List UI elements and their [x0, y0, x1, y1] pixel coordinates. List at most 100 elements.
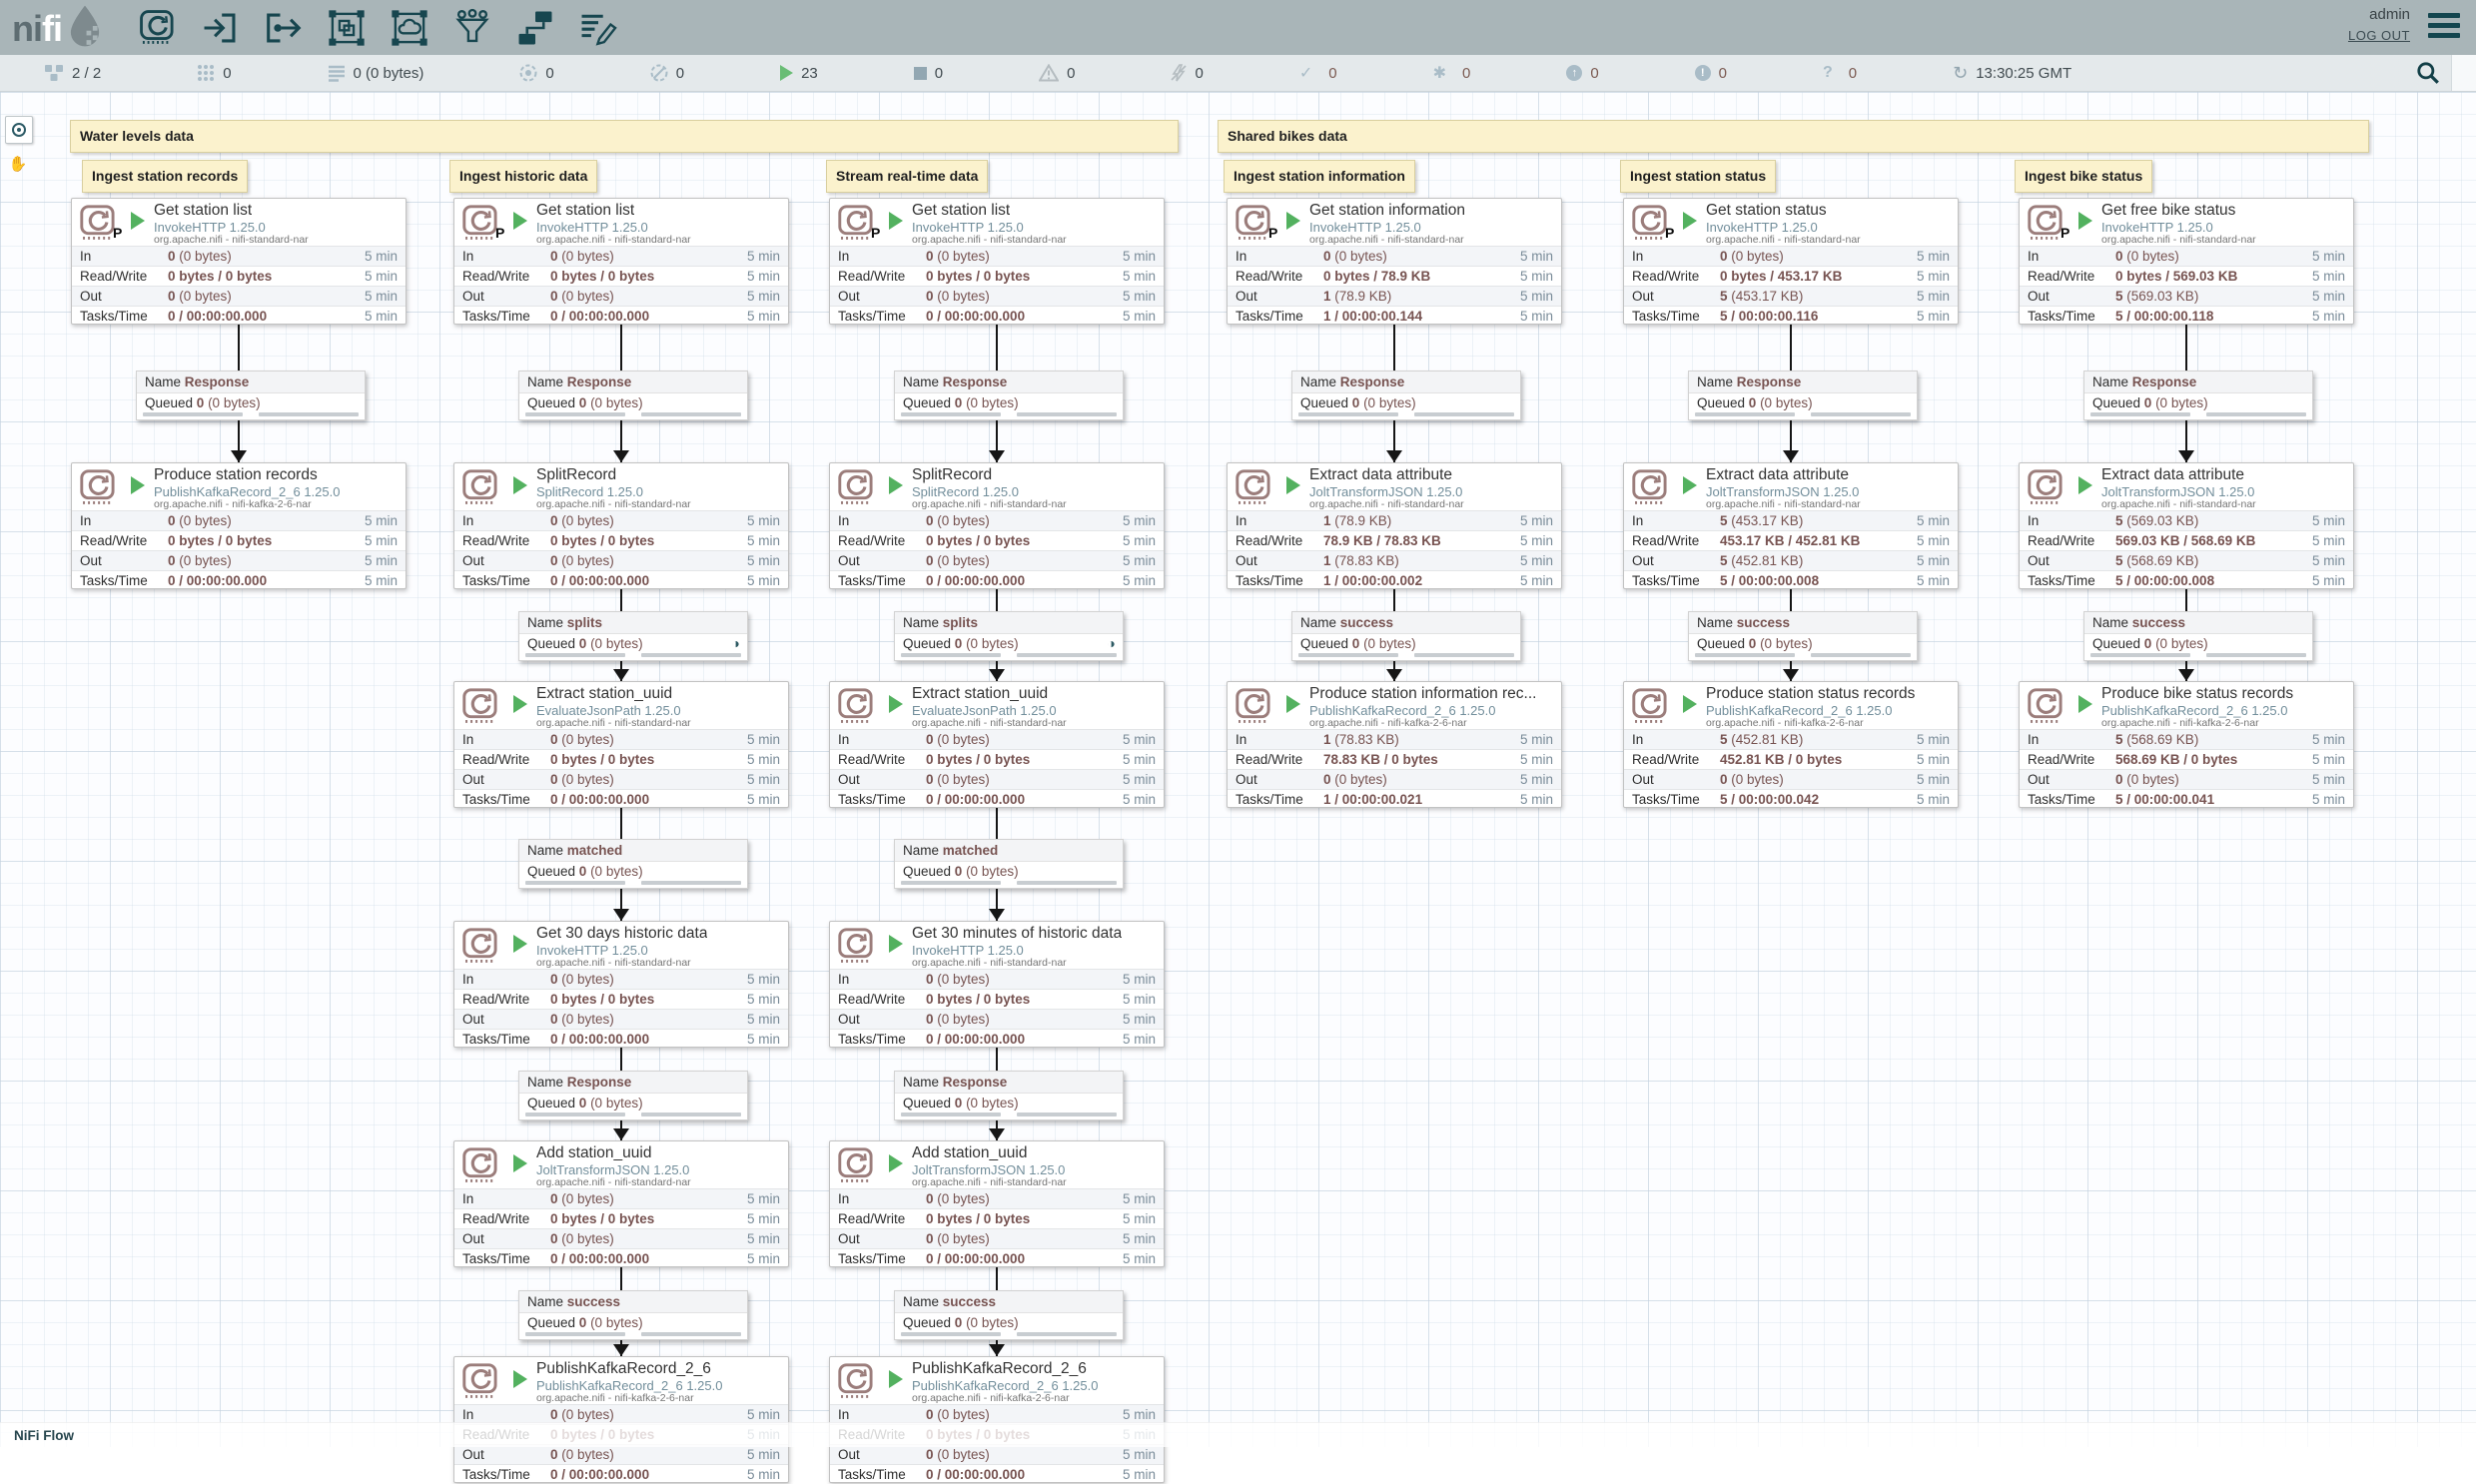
section-label-ingest-station-information[interactable]: Ingest station information — [1224, 160, 1415, 193]
processor-stamp-icon — [1235, 468, 1272, 510]
connection-response[interactable]: Name ResponseQueued 0 (0 bytes) — [518, 1071, 748, 1120]
processor-produce-station-status-records[interactable]: Produce station status recordsPublishKaf… — [1623, 681, 1959, 808]
processor-get-station-list[interactable]: PGet station listInvokeHTTP 1.25.0org.ap… — [453, 198, 789, 325]
status-bar: 2 / 200 (0 bytes)0023000✓0✱0↑0!0?0↻13:30… — [0, 55, 2476, 92]
search-input[interactable] — [2451, 55, 2476, 91]
stat-window: 5 min — [1123, 513, 1156, 528]
input-port-icon[interactable] — [201, 8, 241, 53]
processor-extract-station-uuid[interactable]: Extract station_uuidEvaluateJsonPath 1.2… — [453, 681, 789, 808]
stat-label: Out — [838, 553, 926, 568]
process-group-icon[interactable] — [327, 8, 367, 53]
processor-get-station-information[interactable]: PGet station informationInvokeHTTP 1.25.… — [1227, 198, 1562, 325]
stat-out: Out0 (0 bytes)5 min — [1228, 769, 1561, 789]
processor-extract-data-attribute[interactable]: Extract data attributeJoltTransformJSON … — [1623, 462, 1959, 589]
section-label-ingest-station-records[interactable]: Ingest station records — [82, 160, 248, 193]
output-port-icon[interactable] — [264, 8, 304, 53]
connection-success[interactable]: Name successQueued 0 (0 bytes) — [1688, 611, 1918, 661]
stat-value: 0 (0 bytes) — [550, 553, 747, 568]
group-label-water-levels-data[interactable]: Water levels data — [70, 120, 1179, 153]
stat-out: Out0 (0 bytes)5 min — [454, 1009, 788, 1029]
load-balance-icon: ◑ — [1108, 634, 1116, 653]
processor-produce-bike-status-records[interactable]: Produce bike status recordsPublishKafkaR… — [2019, 681, 2354, 808]
processor-add-station-uuid[interactable]: Add station_uuidJoltTransformJSON 1.25.0… — [453, 1140, 789, 1267]
connection-success[interactable]: Name successQueued 0 (0 bytes) — [894, 1290, 1124, 1340]
section-label-ingest-bike-status[interactable]: Ingest bike status — [2015, 160, 2152, 193]
refresh-icon[interactable]: ↻ — [1953, 63, 1968, 84]
processor-get-30-minutes-of-historic-data[interactable]: Get 30 minutes of historic dataInvokeHTT… — [829, 921, 1165, 1048]
connection-queued-row: Queued 0 (0 bytes) — [519, 1094, 747, 1113]
processor-splitrecord[interactable]: SplitRecordSplitRecord 1.25.0org.apache.… — [453, 462, 789, 589]
stat-window: 5 min — [2312, 573, 2345, 588]
stat-tasks: Tasks/Time5 / 00:00:00.0085 min — [1624, 570, 1958, 590]
connection-name-row: Name Response — [519, 1072, 747, 1094]
processor-splitrecord[interactable]: SplitRecordSplitRecord 1.25.0org.apache.… — [829, 462, 1165, 589]
connection-success[interactable]: Name successQueued 0 (0 bytes) — [1291, 611, 1521, 661]
stat-window: 5 min — [1917, 269, 1950, 284]
connection-matched[interactable]: Name matchedQueued 0 (0 bytes) — [518, 839, 748, 889]
processor-extract-data-attribute[interactable]: Extract data attributeJoltTransformJSON … — [1227, 462, 1562, 589]
connection-response[interactable]: Name ResponseQueued 0 (0 bytes) — [136, 371, 366, 420]
stat-out: Out5 (452.81 KB)5 min — [1624, 550, 1958, 570]
stat-value: 0 (0 bytes) — [926, 513, 1123, 528]
label-icon[interactable] — [578, 8, 618, 53]
connection-response[interactable]: Name ResponseQueued 0 (0 bytes) — [1688, 371, 1918, 420]
remote-process-group-icon[interactable] — [390, 8, 429, 53]
connection-name-row: Name Response — [519, 371, 747, 393]
processor-get-station-list[interactable]: PGet station listInvokeHTTP 1.25.0org.ap… — [829, 198, 1165, 325]
processor-get-station-list[interactable]: PGet station listInvokeHTTP 1.25.0org.ap… — [71, 198, 407, 325]
stat-out: Out0 (0 bytes)5 min — [830, 1009, 1164, 1029]
stat-out: Out0 (0 bytes)5 min — [1624, 769, 1958, 789]
connection-response[interactable]: Name ResponseQueued 0 (0 bytes) — [894, 1071, 1124, 1120]
processor-get-station-status[interactable]: PGet station statusInvokeHTTP 1.25.0org.… — [1623, 198, 1959, 325]
stat-window: 5 min — [2312, 732, 2345, 747]
processor-type: InvokeHTTP 1.25.0 — [1706, 220, 1818, 235]
disabled-count: 0 — [1171, 64, 1203, 82]
processor-get-free-bike-status[interactable]: PGet free bike statusInvokeHTTP 1.25.0or… — [2019, 198, 2354, 325]
queue-percent-bars — [519, 412, 747, 419]
logout-link[interactable]: LOG OUT — [2348, 28, 2410, 43]
group-label-shared-bikes-data[interactable]: Shared bikes data — [1218, 120, 2369, 153]
queue-percent-bars — [2084, 412, 2312, 419]
processor-publishkafkarecord-2-6[interactable]: PublishKafkaRecord_2_6PublishKafkaRecord… — [829, 1356, 1165, 1483]
processor-extract-station-uuid[interactable]: Extract station_uuidEvaluateJsonPath 1.2… — [829, 681, 1165, 808]
queue-size-bar — [1414, 412, 1514, 416]
breadcrumb[interactable]: NiFi Flow — [14, 1428, 74, 1443]
template-icon[interactable] — [515, 8, 555, 53]
stat-value: 0 (0 bytes) — [550, 1012, 747, 1027]
connection-arrow-icon — [613, 1344, 629, 1356]
connection-splits[interactable]: Name splitsQueued 0 (0 bytes)◑ — [894, 611, 1124, 661]
connection-response[interactable]: Name ResponseQueued 0 (0 bytes) — [894, 371, 1124, 420]
stat-label: In — [838, 249, 926, 264]
funnel-icon[interactable] — [452, 8, 492, 53]
pan-hand-icon[interactable]: ✋ — [7, 152, 29, 176]
connection-success[interactable]: Name successQueued 0 (0 bytes) — [2083, 611, 2313, 661]
status-value: 0 — [223, 65, 231, 82]
connection-matched[interactable]: Name matchedQueued 0 (0 bytes) — [894, 839, 1124, 889]
nifi-logo: nifi — [12, 4, 104, 53]
section-label-ingest-historic-data[interactable]: Ingest historic data — [449, 160, 597, 193]
processor-publishkafkarecord-2-6[interactable]: PublishKafkaRecord_2_6PublishKafkaRecord… — [453, 1356, 789, 1483]
search-icon[interactable] — [2415, 60, 2441, 86]
navigate-palette-button[interactable] — [5, 116, 33, 144]
section-label-ingest-station-status[interactable]: Ingest station status — [1620, 160, 1776, 193]
cluster-count: 2 / 2 — [44, 64, 101, 82]
refresh-time[interactable]: ↻13:30:25 GMT — [1953, 63, 2071, 84]
connection-response[interactable]: Name ResponseQueued 0 (0 bytes) — [2083, 371, 2313, 420]
processor-get-30-days-historic-data[interactable]: Get 30 days historic dataInvokeHTTP 1.25… — [453, 921, 789, 1048]
processor-produce-station-records[interactable]: Produce station recordsPublishKafkaRecor… — [71, 462, 407, 589]
processor-extract-data-attribute[interactable]: Extract data attributeJoltTransformJSON … — [2019, 462, 2354, 589]
processor-icon[interactable] — [138, 8, 178, 53]
section-label-stream-real-time-data[interactable]: Stream real-time data — [826, 160, 988, 193]
connection-splits[interactable]: Name splitsQueued 0 (0 bytes)◑ — [518, 611, 748, 661]
connection-response[interactable]: Name ResponseQueued 0 (0 bytes) — [518, 371, 748, 420]
invalid-icon — [1039, 64, 1059, 82]
stat-label: Read/Write — [1632, 752, 1720, 767]
stat-window: 5 min — [2312, 533, 2345, 548]
processor-produce-station-information-rec[interactable]: Produce station information rec...Publis… — [1227, 681, 1562, 808]
processor-add-station-uuid[interactable]: Add station_uuidJoltTransformJSON 1.25.0… — [829, 1140, 1165, 1267]
connection-success[interactable]: Name successQueued 0 (0 bytes) — [518, 1290, 748, 1340]
connection-response[interactable]: Name ResponseQueued 0 (0 bytes) — [1291, 371, 1521, 420]
stat-label: In — [838, 732, 926, 747]
running-status-icon — [1286, 476, 1300, 494]
global-menu-icon[interactable] — [2428, 13, 2460, 43]
